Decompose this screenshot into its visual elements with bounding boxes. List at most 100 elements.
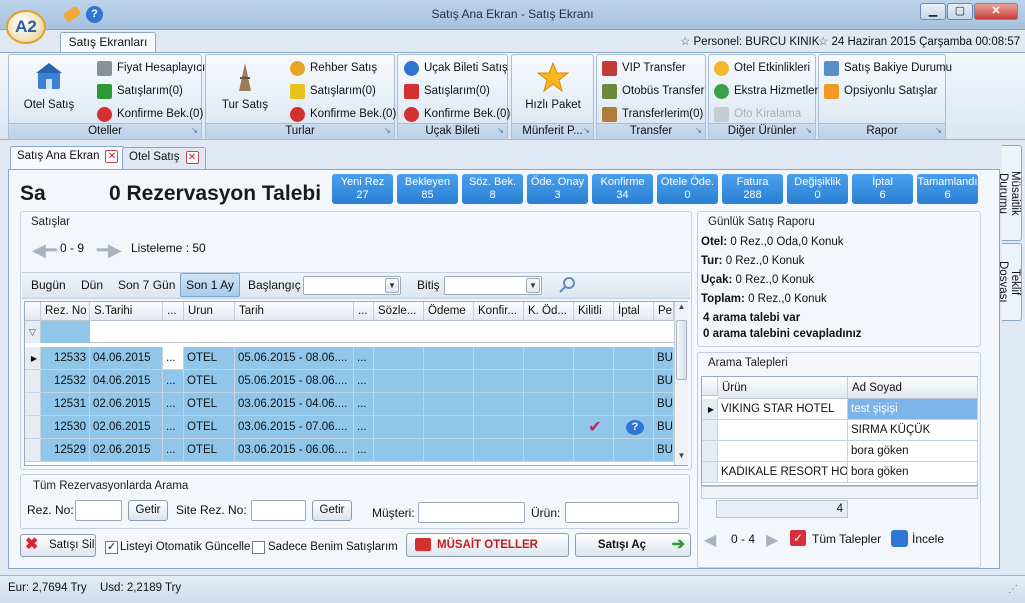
side-tab-teklif[interactable]: Teklif Dosyası	[997, 243, 1022, 321]
all-requests-button[interactable]: Tüm Talepler	[812, 532, 881, 546]
otel-konfirme-button[interactable]: Konfirme Bek.(0)	[97, 105, 203, 124]
col-iptal[interactable]: İptal	[614, 302, 654, 321]
side-tab-musaitlik[interactable]: Müsaitlik Durumu	[997, 145, 1022, 241]
cell-dots[interactable]: ...	[163, 416, 184, 439]
stat-fatura[interactable]: Fatura 288	[722, 174, 783, 204]
col-dots-2[interactable]: ...	[354, 302, 374, 321]
cell-dots[interactable]: ...	[163, 439, 184, 462]
help-icon[interactable]: ?	[86, 6, 103, 23]
filter-icon[interactable]: ▽	[25, 321, 41, 343]
col-urun[interactable]: Ürün	[718, 377, 848, 399]
next-page-icon[interactable]: ━▶	[97, 240, 122, 261]
tab-otel-satis[interactable]: Otel Satış ✕	[122, 147, 206, 169]
start-date-combo[interactable]: ▼	[303, 276, 401, 295]
stat-konfirme[interactable]: Konfirme 34	[592, 174, 653, 204]
grid-vertical-scrollbar[interactable]: ▲ ▼	[674, 302, 688, 465]
musteri-input[interactable]	[418, 502, 525, 523]
stat-yeni-rez[interactable]: Yeni Rez 27	[332, 174, 393, 204]
rez-no-input[interactable]	[75, 500, 122, 521]
otel-etkinlikleri-button[interactable]: Otel Etkinlikleri	[714, 59, 810, 78]
satisi-ac-button[interactable]: Satışı Aç ➔	[575, 533, 691, 557]
ucak-bileti-satis-button[interactable]: Uçak Bileti Satış	[404, 59, 508, 78]
close-icon[interactable]: ✕	[185, 151, 199, 164]
list-item[interactable]: ▶ VIKING STAR HOTEL test şişişi	[702, 399, 978, 420]
prev-page-icon[interactable]: ◀━	[32, 240, 57, 261]
col-tarih[interactable]: Tarih	[235, 302, 354, 321]
stat-tamamlandi[interactable]: Tamamlandı 6	[917, 174, 978, 204]
urun-input[interactable]	[565, 502, 679, 523]
prev-page-icon[interactable]: ◀	[704, 530, 716, 550]
col-s-tarihi[interactable]: S.Tarihi	[90, 302, 163, 321]
ucak-satislarim-button[interactable]: Satışlarım(0)	[404, 82, 490, 101]
only-mine-checkbox[interactable]	[252, 541, 265, 554]
ucak-konfirme-button[interactable]: Konfirme Bek.(0)	[404, 105, 510, 124]
comment-icon[interactable]: ?	[614, 416, 654, 439]
site-rez-no-input[interactable]	[251, 500, 306, 521]
cell-dots-2[interactable]: ...	[354, 347, 374, 370]
auto-update-checkbox[interactable]: ✓	[105, 541, 118, 554]
opsiyonlu-satislar-button[interactable]: Opsiyonlu Satışlar	[824, 82, 937, 101]
stat-iptal[interactable]: İptal 6	[852, 174, 913, 204]
tab-satis-ekranlari[interactable]: Satış Ekranları	[60, 32, 156, 52]
cell-dots[interactable]: ...	[163, 393, 184, 416]
cell-dots-2[interactable]: ...	[354, 393, 374, 416]
hizli-paket-button[interactable]: Hızlı Paket	[520, 61, 586, 111]
site-getir-button[interactable]: Getir	[312, 500, 352, 521]
tur-konfirme-button[interactable]: Konfirme Bek.(0)	[290, 105, 396, 124]
stat-soz-bek[interactable]: Söz. Bek. 8	[462, 174, 523, 204]
oto-kiralama-button[interactable]: Oto Kiralama	[714, 105, 801, 124]
table-row[interactable]: 12530 02.06.2015 ... OTEL 03.06.2015 - 0…	[25, 416, 674, 439]
cell-dots-2[interactable]: ...	[354, 439, 374, 462]
ekstra-hizmetler-button[interactable]: Ekstra Hizmetler	[714, 82, 818, 101]
satis-bakiye-durumu-button[interactable]: Satış Bakiye Durumu	[824, 59, 952, 78]
stat-degisiklik[interactable]: Değişiklik 0	[787, 174, 848, 204]
musait-oteller-button[interactable]: MÜSAİT OTELLER	[406, 533, 569, 557]
cell-dots[interactable]: ...	[163, 347, 184, 370]
col-odeme[interactable]: Ödeme	[424, 302, 474, 321]
list-item[interactable]: bora göken	[702, 441, 978, 462]
inspect-button[interactable]: İncele	[912, 532, 944, 546]
satisi-sil-button[interactable]: ✖ Satışı Sil	[20, 534, 96, 557]
scroll-up-icon[interactable]: ▲	[675, 302, 688, 316]
requests-horizontal-scrollbar[interactable]	[701, 486, 978, 499]
filter-son-1-ay[interactable]: Son 1 Ay	[180, 273, 240, 297]
tur-satis-button[interactable]: Tur Satış	[212, 61, 278, 111]
end-date-combo[interactable]: ▼	[444, 276, 542, 295]
rez-getir-button[interactable]: Getir	[128, 500, 168, 521]
stat-otele-ode[interactable]: Otele Öde. 0	[657, 174, 718, 204]
minimize-button[interactable]: ▁	[920, 3, 946, 20]
resize-grip-icon[interactable]: ⋰	[1008, 584, 1018, 595]
transferlerim-button[interactable]: Transferlerim(0)	[602, 105, 703, 124]
maximize-button[interactable]: ▢	[947, 3, 973, 20]
filter-bugun[interactable]: Bugün	[31, 278, 66, 292]
col-rez-no[interactable]: Rez. No	[41, 302, 90, 321]
stat-bekleyen[interactable]: Bekleyen 85	[397, 174, 458, 204]
cell-dots-2[interactable]: ...	[354, 370, 374, 393]
col-k-odeme[interactable]: K. Öd...	[524, 302, 574, 321]
col-ad-soyad[interactable]: Ad Soyad	[848, 377, 978, 399]
col-kilitli[interactable]: Kilitli	[574, 302, 614, 321]
close-icon[interactable]: ✕	[105, 150, 119, 163]
rehber-satis-button[interactable]: Rehber Satış	[290, 59, 377, 78]
list-item[interactable]: KADIKALE RESORT HO... bora göken	[702, 462, 978, 483]
cell-dots-2[interactable]: ...	[354, 416, 374, 439]
chevron-down-icon[interactable]: ▼	[385, 278, 399, 293]
col-konfirme[interactable]: Konfir...	[474, 302, 524, 321]
scroll-thumb[interactable]	[676, 320, 687, 380]
otel-satis-button[interactable]: Otel Satış	[17, 61, 81, 111]
table-row[interactable]: 12532 04.06.2015 ... OTEL 05.06.2015 - 0…	[25, 370, 674, 393]
table-row[interactable]: 12531 02.06.2015 ... OTEL 03.06.2015 - 0…	[25, 393, 674, 416]
filter-dun[interactable]: Dün	[81, 278, 103, 292]
close-button[interactable]: ✕	[974, 3, 1018, 20]
vip-transfer-button[interactable]: VIP Transfer	[602, 59, 686, 78]
col-pe[interactable]: Pe	[654, 302, 674, 321]
tur-satislarim-button[interactable]: Satışlarım(0)	[290, 82, 376, 101]
otobus-transfer-button[interactable]: Otobüs Transfer	[602, 82, 704, 101]
fiyat-hesaplayici-button[interactable]: Fiyat Hesaplayıcı	[97, 59, 205, 78]
chevron-down-icon[interactable]: ▼	[526, 278, 540, 293]
stat-ode-onay[interactable]: Öde. Onay 3	[527, 174, 588, 204]
col-sozlesme[interactable]: Sözle...	[374, 302, 424, 321]
col-urun[interactable]: Urun	[184, 302, 235, 321]
table-row[interactable]: 12529 02.06.2015 ... OTEL 03.06.2015 - 0…	[25, 439, 674, 462]
tab-satis-ana-ekran[interactable]: Satış Ana Ekran ✕	[10, 146, 126, 170]
